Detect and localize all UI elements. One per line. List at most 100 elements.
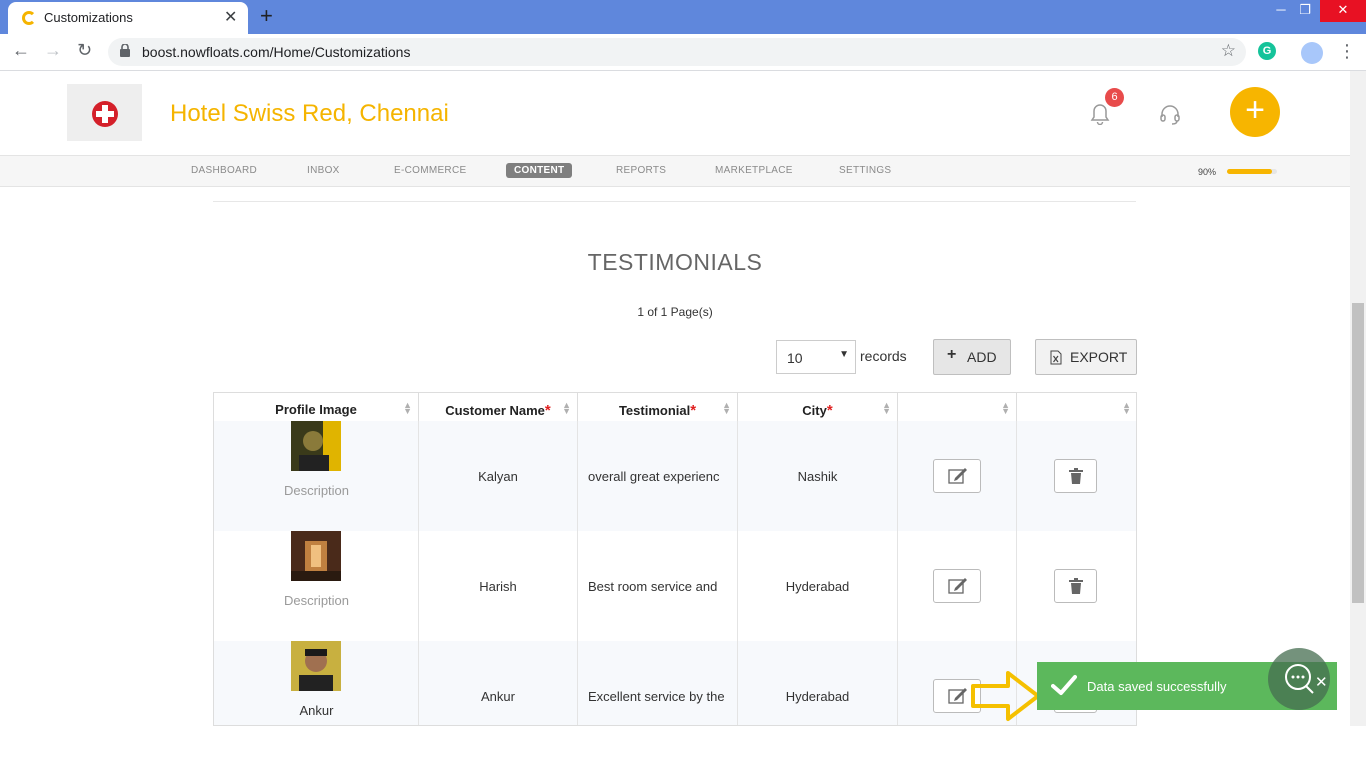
delete-cell <box>1017 421 1136 531</box>
customer-photo-harish[interactable] <box>291 531 341 581</box>
city-cell: Hyderabad <box>738 531 898 641</box>
profile-avatar[interactable] <box>1301 42 1323 64</box>
section-divider <box>213 201 1136 202</box>
window-close-icon[interactable]: ✕ <box>1320 0 1366 22</box>
pagination-info: 1 of 1 Page(s) <box>637 305 713 319</box>
arrow-right-icon <box>971 671 1040 721</box>
notification-badge: 6 <box>1105 88 1124 107</box>
bookmark-star-icon[interactable]: ☆ <box>1221 41 1236 61</box>
sort-icon: ▲ ▼ <box>403 400 412 416</box>
page-scrollbar[interactable] <box>1350 71 1366 726</box>
profile-completion-fill <box>1227 169 1272 174</box>
sort-icon: ▲ ▼ <box>562 400 571 416</box>
edit-button[interactable] <box>933 569 981 603</box>
nav-reports[interactable]: REPORTS <box>616 165 666 176</box>
header-delete[interactable]: ▲ ▼ <box>1017 393 1136 421</box>
main-nav: DASHBOARD INBOX E-COMMERCE CONTENT REPOR… <box>0 155 1350 187</box>
toast-message: Data saved successfully <box>1087 679 1227 694</box>
required-marker: * <box>690 402 697 419</box>
edit-cell <box>898 421 1017 531</box>
checkmark-icon <box>1051 675 1077 695</box>
edit-icon <box>948 688 967 704</box>
business-name: Hotel Swiss Red, Chennai <box>170 100 449 127</box>
support-headset-icon[interactable] <box>1158 103 1182 127</box>
forward-icon[interactable]: → <box>44 40 62 61</box>
header-profile-image[interactable]: Profile Image ▲ ▼ <box>214 393 419 421</box>
tab-favicon-icon <box>22 11 36 25</box>
profile-image-cell: Description <box>214 421 419 531</box>
nav-inbox[interactable]: INBOX <box>307 165 340 176</box>
profile-image-cell: Ankur <box>214 641 419 725</box>
sort-icon: ▲ ▼ <box>882 400 891 416</box>
image-caption: Description <box>283 593 350 608</box>
app-header: Hotel Swiss Red, Chennai 6 + <box>0 71 1350 155</box>
grammarly-extension-icon[interactable]: G <box>1258 42 1276 60</box>
profile-image-cell: Description <box>214 531 419 641</box>
nav-ecommerce[interactable]: E-COMMERCE <box>394 165 466 176</box>
toast-close-icon[interactable]: ✕ <box>1315 673 1328 691</box>
add-testimonial-button[interactable]: + ADD <box>933 339 1011 375</box>
export-button-label: EXPORT <box>1070 349 1128 365</box>
restore-icon[interactable]: ❐ <box>1288 0 1322 22</box>
export-button[interactable]: EXPORT <box>1035 339 1137 375</box>
chevron-down-icon: ▼ <box>839 349 849 360</box>
browser-toolbar: ← → ↻ boost.nowfloats.com/Home/Customiza… <box>0 34 1366 71</box>
lock-icon <box>120 44 130 57</box>
city-cell: Hyderabad <box>738 641 898 725</box>
customer-photo-kalyan[interactable] <box>291 421 341 471</box>
delete-button[interactable] <box>1054 459 1097 493</box>
records-per-page-select[interactable]: 10 ▼ <box>776 340 856 374</box>
back-icon[interactable]: ← <box>12 40 30 61</box>
nav-content[interactable]: CONTENT <box>506 163 573 178</box>
new-tab-icon[interactable]: + <box>260 3 273 29</box>
scrollbar-thumb[interactable] <box>1352 303 1364 603</box>
tab-close-icon[interactable]: ✕ <box>224 7 237 27</box>
customer-name-cell: Harish <box>419 531 578 641</box>
customer-name-cell: Kalyan <box>419 421 578 531</box>
sort-icon: ▲ ▼ <box>1122 400 1131 416</box>
delete-button[interactable] <box>1054 569 1097 603</box>
header-testimonial[interactable]: Testimonial* ▲ ▼ <box>578 393 738 421</box>
notification-bell-icon[interactable] <box>1089 103 1111 125</box>
address-bar[interactable]: boost.nowfloats.com/Home/Customizations … <box>108 38 1246 66</box>
image-caption: Description <box>283 483 350 498</box>
required-marker: * <box>544 402 551 419</box>
trash-icon <box>1069 578 1083 594</box>
add-button-label: ADD <box>967 349 997 365</box>
nav-marketplace[interactable]: MARKETPLACE <box>715 165 793 176</box>
header-customer-name[interactable]: Customer Name* ▲ ▼ <box>419 393 578 421</box>
quick-add-button[interactable]: + <box>1230 87 1280 137</box>
page-title: TESTIMONIALS <box>587 249 763 275</box>
browser-menu-icon[interactable]: ⋮ <box>1338 41 1356 62</box>
table-row: Description Harish Best room service and… <box>214 531 1136 641</box>
browser-titlebar: Customizations ✕ + ─ ❐ ✕ <box>0 0 1366 34</box>
swiss-cross-logo-icon <box>92 101 118 127</box>
records-label: records <box>860 348 907 364</box>
image-caption: Ankur <box>299 703 334 718</box>
browser-tab[interactable]: Customizations ✕ <box>8 2 248 34</box>
business-logo[interactable] <box>67 84 142 141</box>
customer-photo-ankur[interactable] <box>291 641 341 691</box>
sort-icon: ▲ ▼ <box>1001 400 1010 416</box>
sort-icon: ▲ ▼ <box>722 400 731 416</box>
url-text: boost.nowfloats.com/Home/Customizations <box>142 44 411 60</box>
required-marker: * <box>826 402 833 419</box>
testimonial-cell: overall great experienc <box>578 421 738 531</box>
edit-cell <box>898 531 1017 641</box>
table-row: Description Kalyan overall great experie… <box>214 421 1136 531</box>
nav-settings[interactable]: SETTINGS <box>839 165 891 176</box>
edit-button[interactable] <box>933 459 981 493</box>
profile-completion-label: 90% <box>1198 167 1217 177</box>
delete-cell <box>1017 531 1136 641</box>
edit-icon <box>948 468 967 484</box>
reload-icon[interactable]: ↻ <box>77 40 92 61</box>
header-city[interactable]: City* ▲ ▼ <box>738 393 898 421</box>
testimonial-cell: Excellent service by the <box>578 641 738 725</box>
trash-icon <box>1069 468 1083 484</box>
chat-icon <box>1285 664 1314 694</box>
excel-file-icon <box>1050 350 1062 365</box>
customer-name-cell: Ankur <box>419 641 578 725</box>
header-edit[interactable]: ▲ ▼ <box>898 393 1017 421</box>
nav-dashboard[interactable]: DASHBOARD <box>191 165 257 176</box>
tab-title: Customizations <box>44 10 133 25</box>
